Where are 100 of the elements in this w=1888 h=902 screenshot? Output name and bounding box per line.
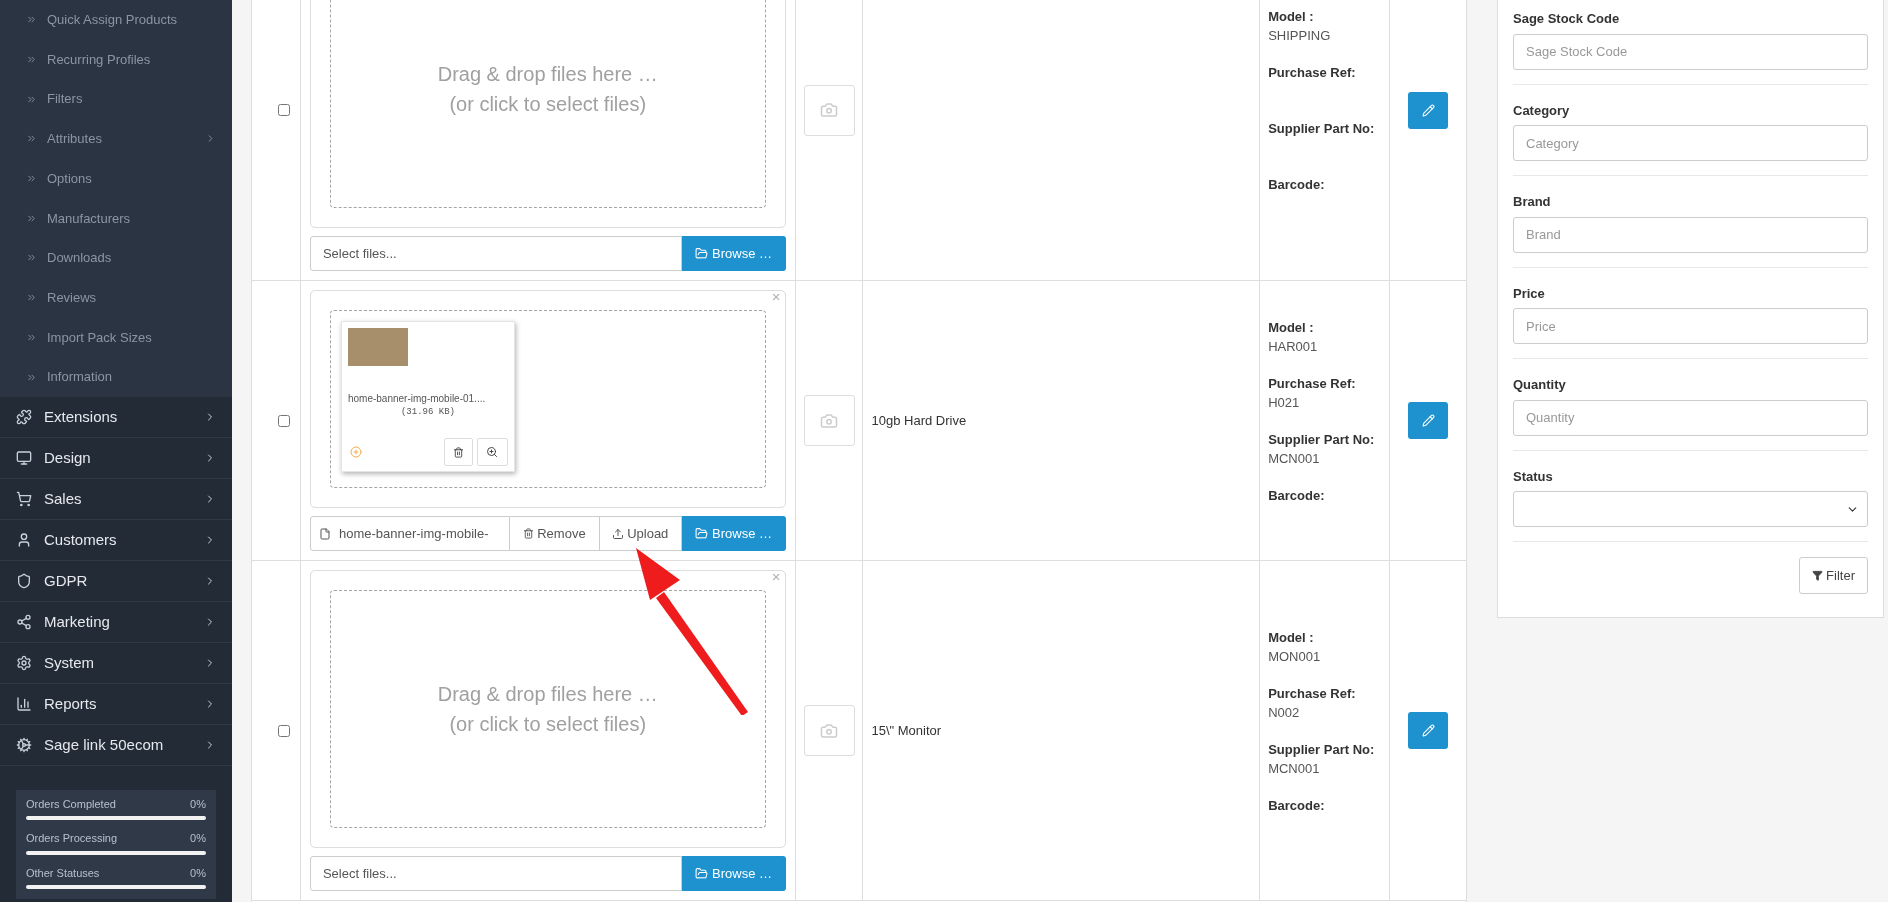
- file-caption-field[interactable]: home-banner-img-mobile-: [309, 516, 510, 551]
- sidebar-subitem[interactable]: Reviews: [0, 277, 232, 318]
- browse-button[interactable]: Browse …: [681, 856, 786, 891]
- file-input[interactable]: Select files...: [309, 236, 682, 271]
- camera-icon: [820, 721, 838, 740]
- sidebar-item[interactable]: System: [0, 642, 232, 684]
- remove-button[interactable]: Remove: [509, 516, 600, 551]
- sidebar-subitem[interactable]: Filters: [0, 79, 232, 120]
- edit-button[interactable]: [1408, 712, 1449, 749]
- camera-icon: [820, 101, 838, 119]
- shield-icon: [16, 572, 32, 589]
- drop-subtitle: (or click to select files): [449, 712, 647, 737]
- sidebar-subitem[interactable]: Options: [0, 158, 232, 199]
- detail-label: Purchase Ref:: [1268, 64, 1357, 82]
- row-checkbox[interactable]: [277, 414, 290, 427]
- pencil-icon: [1421, 724, 1435, 737]
- sidebar-subitem[interactable]: Attributes: [0, 119, 232, 159]
- detail-value: SHIPPING: [1268, 27, 1332, 45]
- sidebar-item[interactable]: Customers: [0, 519, 232, 561]
- bar-chart-icon: [16, 695, 32, 712]
- sidebar-item[interactable]: Reports: [0, 683, 232, 725]
- filter-button[interactable]: Filter: [1799, 557, 1868, 594]
- file-name: home-banner-img-mobile-01....: [347, 392, 487, 406]
- sidebar-subitem[interactable]: Quick Assign Products: [0, 0, 232, 40]
- detail-value: HAR001: [1268, 337, 1319, 356]
- filter-input[interactable]: Sage Stock Code: [1513, 33, 1868, 70]
- edit-button[interactable]: [1408, 402, 1449, 439]
- product-name: 10gb Hard Drive: [871, 411, 967, 430]
- detail-value: MON001: [1268, 647, 1322, 666]
- pencil-icon: [1421, 103, 1435, 117]
- drop-zone[interactable]: Drag & drop files here … (or click to select files): [329, 0, 766, 208]
- filter-label: Sage Stock Code: [1513, 10, 1621, 28]
- browse-button[interactable]: Browse …: [681, 236, 786, 271]
- photo-placeholder: [347, 328, 408, 366]
- user-icon: [16, 531, 32, 548]
- folder-icon: [695, 867, 709, 880]
- filter-input[interactable]: Quantity: [1513, 399, 1868, 436]
- drop-subtitle: (or click to select files): [449, 91, 647, 117]
- folder-icon: [695, 527, 709, 540]
- close-icon[interactable]: ×: [771, 289, 781, 304]
- filter-input[interactable]: Brand: [1513, 216, 1868, 253]
- detail-label: Purchase Ref:: [1268, 374, 1357, 393]
- delete-button[interactable]: [443, 438, 473, 466]
- edit-button[interactable]: [1408, 91, 1449, 129]
- filter-label: Category: [1513, 101, 1571, 120]
- file-caption: home-banner-img-mobile-: [338, 524, 489, 543]
- file-icon: [318, 527, 331, 540]
- detail-value: MCN001: [1268, 759, 1321, 778]
- folder-icon: [695, 247, 709, 260]
- sidebar-item[interactable]: Sage link 50ecom: [0, 724, 232, 766]
- sidebar-subitem[interactable]: Import Pack Sizes: [0, 317, 232, 358]
- detail-label: Model :: [1268, 628, 1315, 647]
- stat-label: Orders Processing: [26, 831, 118, 847]
- detail-label: Supplier Part No:: [1268, 120, 1376, 138]
- trash-icon: [452, 446, 464, 458]
- row-checkbox[interactable]: [277, 724, 290, 737]
- detail-label: Barcode:: [1268, 796, 1326, 815]
- monitor-icon: [16, 449, 32, 466]
- sidebar-subitem[interactable]: Information: [0, 357, 232, 397]
- detail-label: Barcode:: [1268, 486, 1326, 505]
- gears-icon: [16, 736, 32, 753]
- stat-label: Other Statuses: [26, 865, 100, 881]
- cart-icon: [16, 490, 32, 507]
- drop-title: Drag & drop files here …: [437, 61, 658, 87]
- filter-input[interactable]: Price: [1513, 308, 1868, 344]
- share-icon: [16, 613, 32, 630]
- browse-button[interactable]: Browse …: [681, 516, 786, 551]
- detail-value: H021: [1268, 393, 1301, 412]
- row-checkbox[interactable]: [277, 104, 290, 116]
- file-input[interactable]: Select files...: [309, 856, 682, 891]
- detail-label: Supplier Part No:: [1268, 740, 1376, 759]
- filter-label: Price: [1513, 284, 1546, 303]
- sidebar-item[interactable]: GDPR: [0, 560, 232, 602]
- puzzle-icon: [16, 408, 32, 425]
- sidebar-subitem[interactable]: Downloads: [0, 238, 232, 278]
- sidebar-item[interactable]: Extensions: [0, 396, 232, 438]
- filter-label: Quantity: [1513, 376, 1567, 394]
- sidebar-item[interactable]: Marketing: [0, 601, 232, 643]
- drop-zone[interactable]: home-banner-img-mobile-01.... (31.96 KB): [329, 310, 766, 488]
- drop-title: Drag & drop files here …: [437, 682, 658, 707]
- detail-label: Purchase Ref:: [1268, 684, 1357, 703]
- zoom-button[interactable]: [476, 438, 508, 466]
- upload-button[interactable]: Upload: [599, 516, 682, 551]
- stat-label: Orders Completed: [26, 796, 116, 812]
- detail-label: Barcode:: [1268, 176, 1326, 194]
- detail-label: Model :: [1268, 318, 1315, 337]
- sidebar-subitem[interactable]: Recurring Profiles: [0, 39, 232, 80]
- filter-icon: [1812, 570, 1824, 581]
- detail-label: Supplier Part No:: [1268, 430, 1376, 449]
- sidebar-item[interactable]: Design: [0, 437, 232, 479]
- upload-icon: [612, 527, 625, 540]
- settings-icon: [16, 654, 32, 671]
- sidebar-item[interactable]: Sales: [0, 478, 232, 520]
- close-icon[interactable]: ×: [771, 569, 781, 584]
- filter-label: Brand: [1513, 193, 1552, 211]
- stat-value: 0%: [190, 831, 206, 847]
- camera-icon: [820, 411, 838, 430]
- detail-label: Model :: [1268, 8, 1315, 26]
- filter-input[interactable]: Category: [1513, 125, 1868, 161]
- sidebar-subitem[interactable]: Manufacturers: [0, 198, 232, 239]
